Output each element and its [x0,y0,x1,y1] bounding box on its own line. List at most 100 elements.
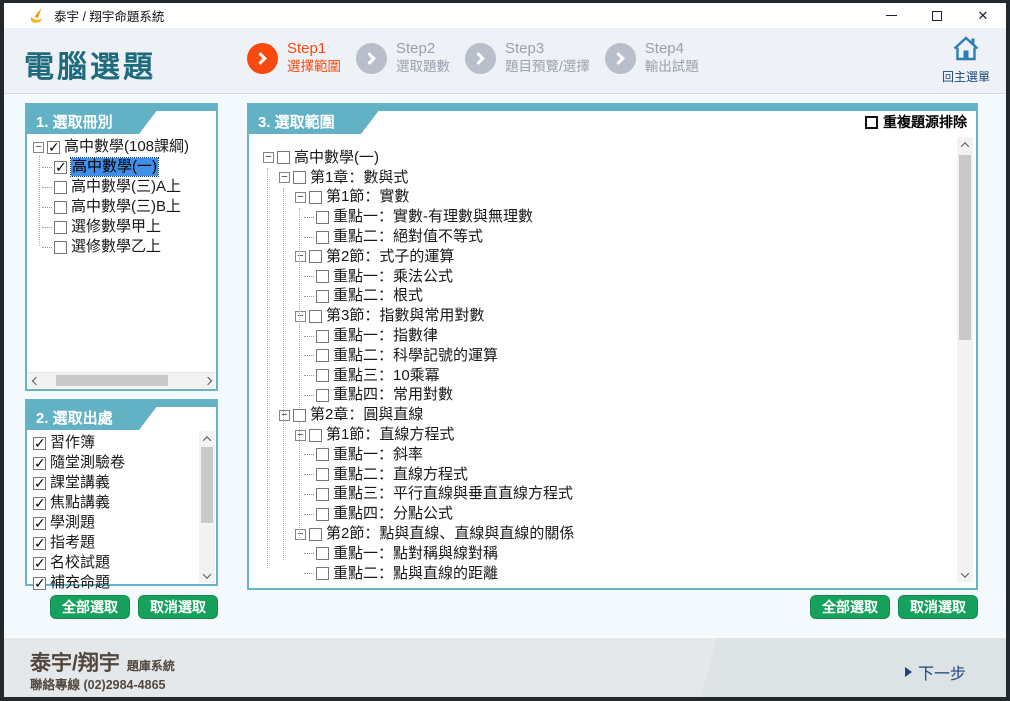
checkbox[interactable] [309,310,322,323]
expander-icon[interactable]: − [279,410,290,421]
tree-item-label[interactable]: 高中數學(一) [71,158,158,176]
tree-row[interactable]: − 高中數學(一) [257,148,976,168]
checkbox[interactable] [277,151,290,164]
tree-row[interactable]: − 第1節：直線方程式 [257,425,976,445]
tree-item-label[interactable]: 高中數學(一) [294,149,379,167]
tree-item-label[interactable]: 指考題 [50,534,95,552]
expander-icon[interactable]: − [295,311,306,322]
tree-item-label[interactable]: 補充命題 [50,574,110,592]
tree-item-label[interactable]: 第1章：數與式 [310,169,408,187]
tree-row[interactable]: 重點一：指數律 [257,326,976,346]
scroll-up-arrow[interactable] [199,431,214,446]
tree-row[interactable]: 重點三：10乘冪 [257,366,976,386]
checkbox[interactable] [316,330,329,343]
checkbox[interactable] [316,231,329,244]
dedupe-checkbox[interactable] [865,116,878,129]
home-button[interactable]: 回主選單 [942,35,990,85]
tree-row[interactable]: −第2章：圓與直線 [257,405,976,425]
tree-item-label[interactable]: 高中數學(108課綱) [64,138,189,156]
tree-row[interactable]: −第1節：實數 [257,188,976,208]
checkbox[interactable] [309,191,322,204]
tree-item-label[interactable]: 重點一：乘法公式 [333,268,453,286]
checkbox[interactable] [293,409,306,422]
tree-item-label[interactable]: 重點二：點與直線的距離 [333,565,498,583]
checkbox[interactable] [33,497,46,510]
checkbox[interactable] [33,557,46,570]
scroll-down-arrow[interactable] [199,568,214,583]
tree-row[interactable]: 學測題 [27,513,216,533]
tree-item-label[interactable]: 重點一：指數律 [333,327,438,345]
tree-item-label[interactable]: 重點三：10乘冪 [333,367,440,385]
tree-row[interactable]: 高中數學(一) [27,157,216,177]
maximize-button[interactable] [914,3,960,28]
tree-row[interactable]: 選修數學甲上 [27,217,216,237]
step-4[interactable]: Step4 輸出試題 [605,39,699,75]
next-step-button[interactable]: 下一步 [905,660,966,684]
deselect-button[interactable]: 取消選取 [898,595,978,619]
tree-item-label[interactable]: 選修數學甲上 [71,218,161,236]
tree-row[interactable]: 名校試題 [27,553,216,573]
tree-row[interactable]: 重點二：絕對值不等式 [257,227,976,247]
tree-row[interactable]: −第2節：點與直線、直線與直線的關係 [257,524,976,544]
checkbox[interactable] [316,270,329,283]
step-2[interactable]: Step2 選取題數 [356,39,450,75]
tree-item-label[interactable]: 學測題 [50,514,95,532]
scrollbar-thumb[interactable] [56,375,168,386]
tree-item-label[interactable]: 第1節：直線方程式 [326,426,454,444]
tree-row[interactable]: −高中數學(108課綱) [27,137,216,157]
expander-icon[interactable]: − [279,172,290,183]
tree-row[interactable]: 高中數學(三)A上 [27,177,216,197]
deselect-button[interactable]: 取消選取 [138,595,218,619]
tree-row[interactable]: 高中數學(三)B上 [27,197,216,217]
tree-item-label[interactable]: 重點一：實數-有理數與無理數 [333,208,533,226]
expander-icon[interactable]: − [295,430,306,441]
tree-item-label[interactable]: 重點二：科學記號的運算 [333,347,498,365]
tree-item-label[interactable]: 高中數學(三)A上 [71,178,181,196]
checkbox[interactable] [316,468,329,481]
tree-item-label[interactable]: 重點二：根式 [333,287,423,305]
tree-item-label[interactable]: 重點一：斜率 [333,446,423,464]
close-button[interactable]: ✕ [960,3,1006,28]
checkbox[interactable] [309,528,322,541]
tree-item-label[interactable]: 第3節：指數與常用對數 [326,307,484,325]
tree-item-label[interactable]: 焦點講義 [50,494,110,512]
tree-row[interactable]: 重點三：平行直線與垂直直線方程式 [257,485,976,505]
checkbox[interactable] [316,369,329,382]
tree-row[interactable]: 重點二：根式 [257,287,976,307]
checkbox[interactable] [316,547,329,560]
tree-row[interactable]: 課堂講義 [27,473,216,493]
scroll-left-arrow[interactable] [28,373,43,388]
checkbox[interactable] [33,577,46,590]
checkbox[interactable] [54,201,67,214]
checkbox[interactable] [33,437,46,450]
vertical-scrollbar[interactable] [957,137,973,582]
select-all-button[interactable]: 全部選取 [50,595,130,619]
checkbox[interactable] [316,508,329,521]
tree-row[interactable]: 指考題 [27,533,216,553]
tree-item-label[interactable]: 重點二：直線方程式 [333,466,468,484]
tree-row[interactable]: 隨堂測驗卷 [27,453,216,473]
tree-row[interactable]: 重點一：斜率 [257,445,976,465]
tree-item-label[interactable]: 課堂講義 [50,474,110,492]
tree-item-label[interactable]: 第2節：點與直線、直線與直線的關係 [326,525,574,543]
tree-row[interactable]: 重點二：科學記號的運算 [257,346,976,366]
checkbox[interactable] [316,290,329,303]
checkbox[interactable] [33,517,46,530]
tree-item-label[interactable]: 重點二：絕對值不等式 [333,228,483,246]
tree-row[interactable]: 補充命題 [27,573,216,593]
expander-icon[interactable]: − [295,251,306,262]
checkbox[interactable] [316,389,329,402]
tree-item-label[interactable]: 選修數學乙上 [71,238,161,256]
checkbox[interactable] [316,488,329,501]
horizontal-scrollbar[interactable] [28,372,215,388]
tree-row[interactable]: 焦點講義 [27,493,216,513]
expander-icon[interactable]: − [263,152,274,163]
checkbox[interactable] [54,221,67,234]
tree-row[interactable]: −第2節：式子的運算 [257,247,976,267]
expander-icon[interactable]: − [295,192,306,203]
tree-row[interactable]: − 第1章：數與式 [257,168,976,188]
tree-item-label[interactable]: 重點四：分點公式 [333,505,453,523]
tree-row[interactable]: 重點四：常用對數 [257,386,976,406]
tree-row[interactable]: 重點二：點與直線的距離 [257,564,976,584]
tree-row[interactable]: 重點一：實數-有理數與無理數 [257,207,976,227]
